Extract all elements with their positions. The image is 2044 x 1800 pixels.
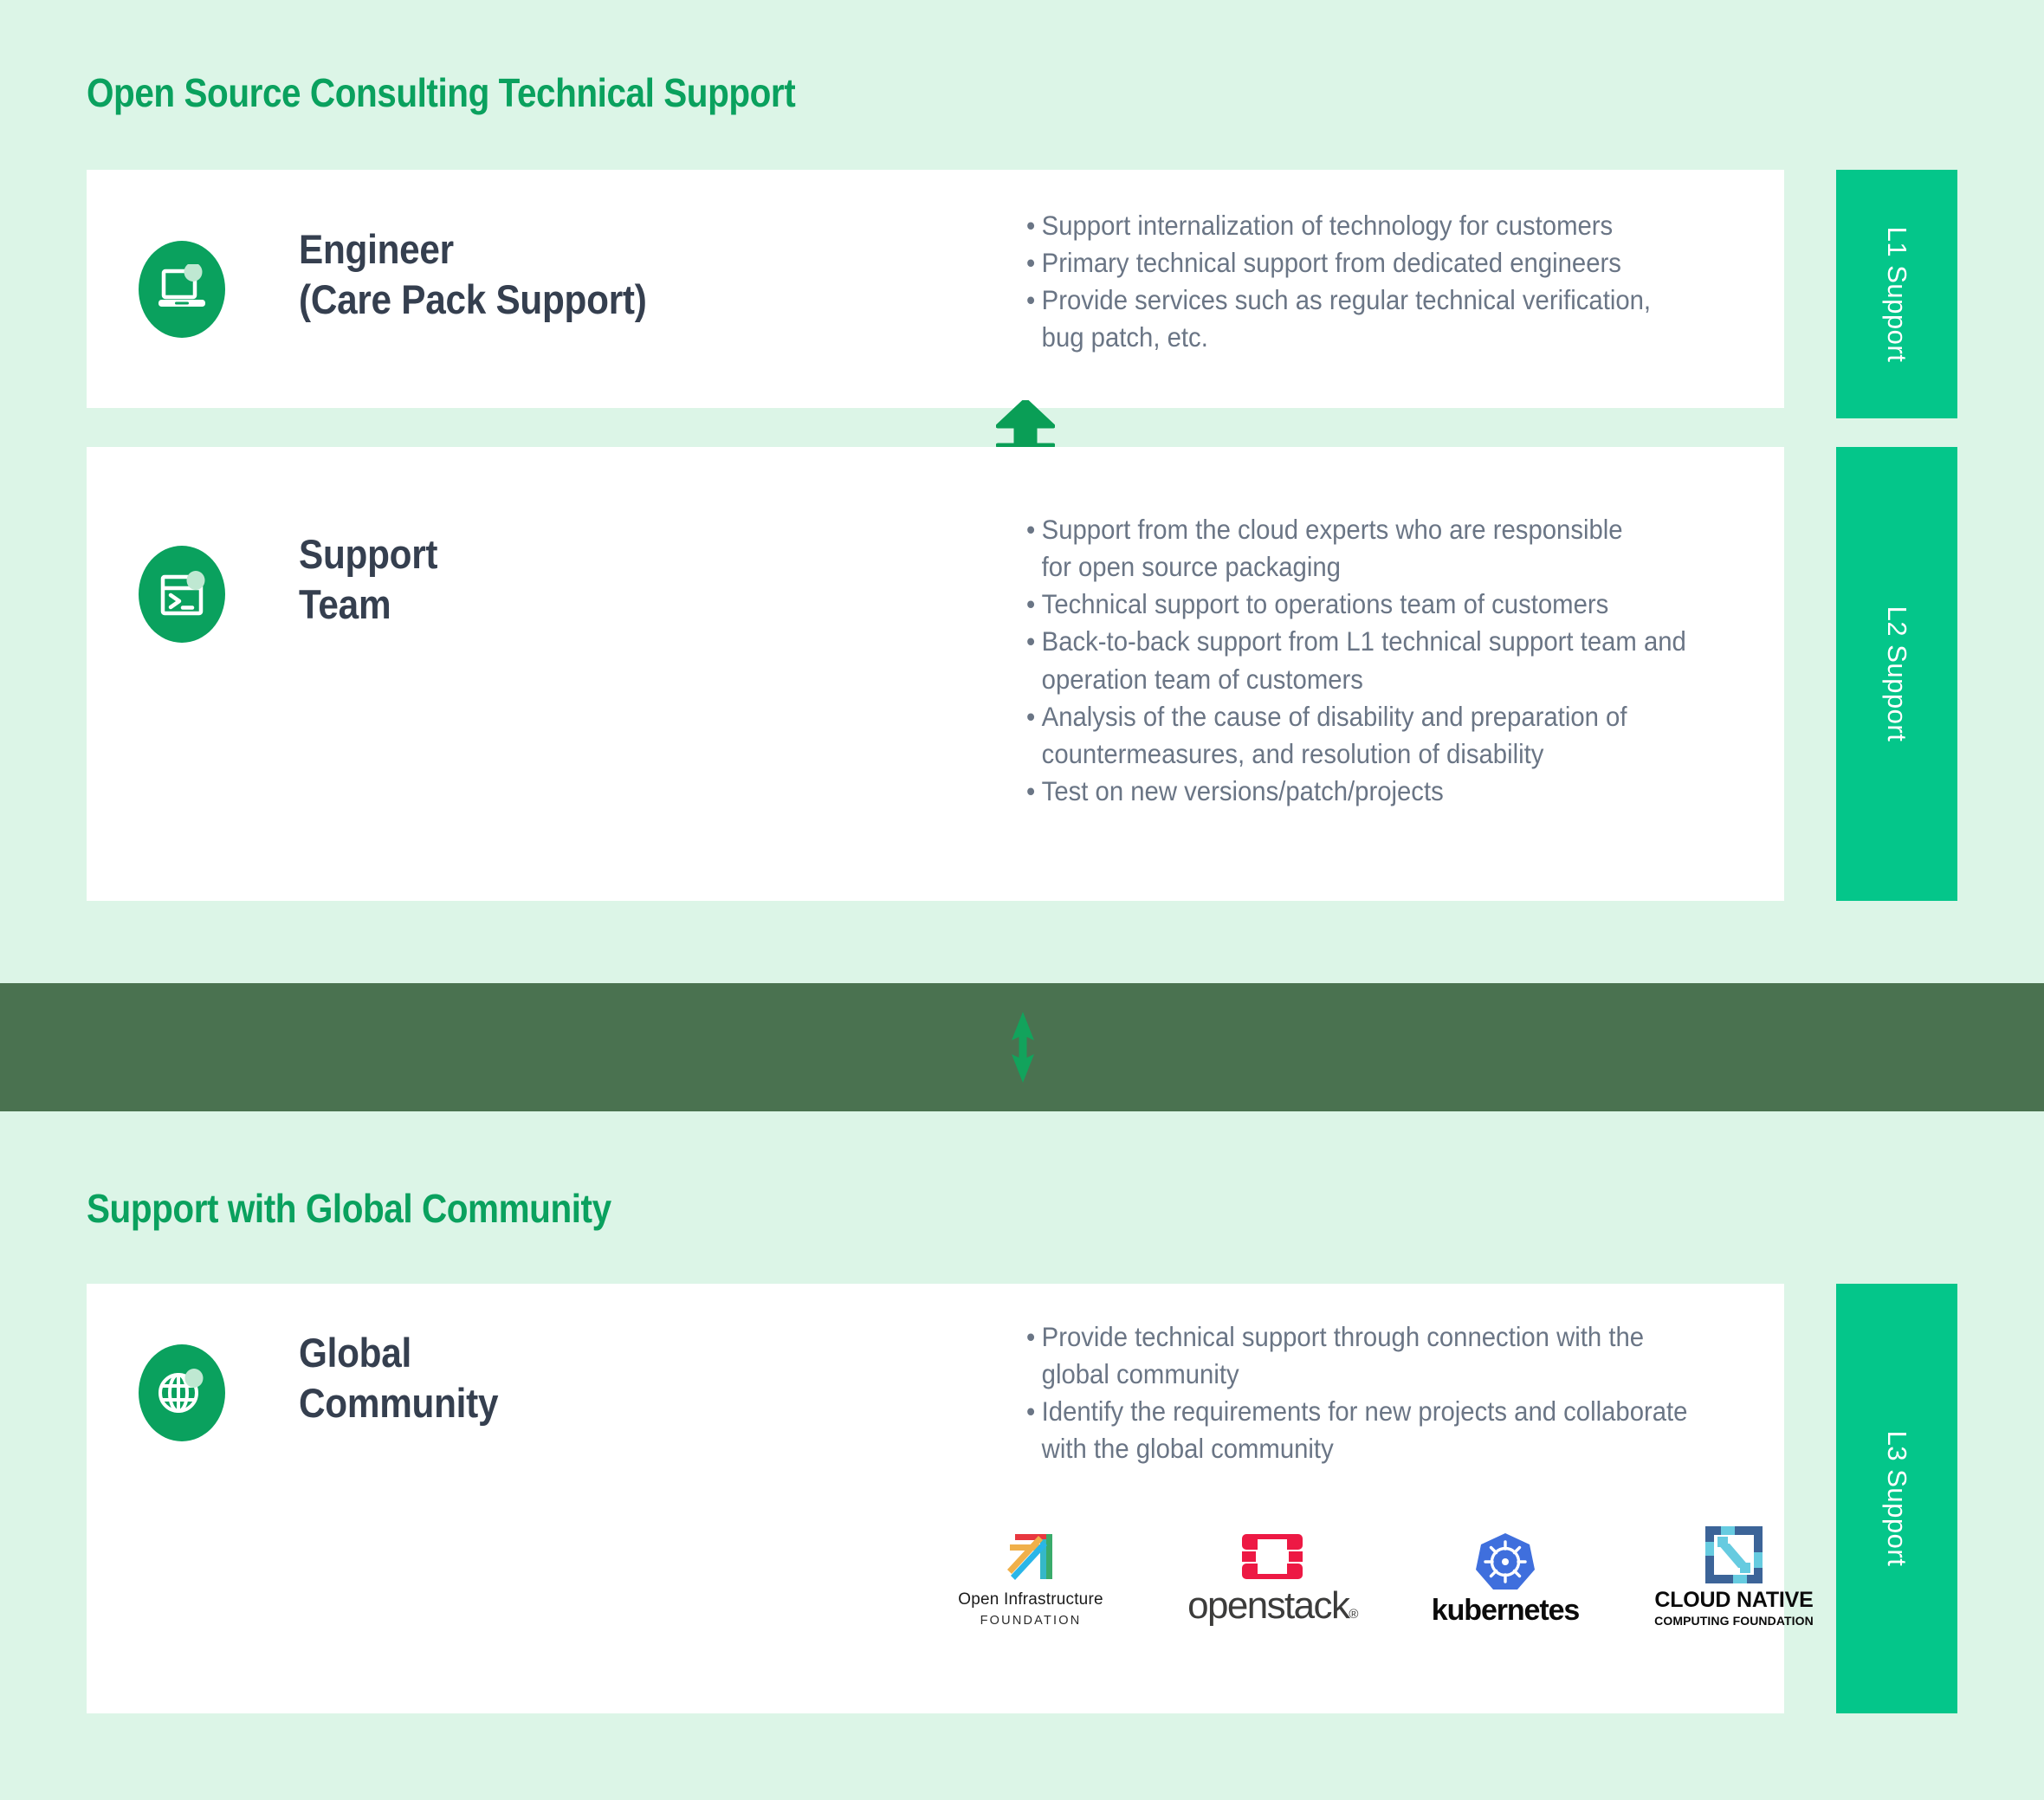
logo-caption: kubernetes (1431, 1594, 1581, 1627)
kubernetes-logo: kubernetes (1432, 1531, 1580, 1628)
bullet-item: Back-to-back support from L1 technical s… (1026, 623, 1751, 697)
bullet-item: Analysis of the cause of disability and … (1026, 698, 1751, 773)
bullet-item: Support internalization of technology fo… (1026, 207, 1719, 244)
logo-caption: CLOUD NATIVE (1654, 1588, 1814, 1612)
logo-caption-sub: COMPUTING FOUNDATION (1654, 1614, 1814, 1628)
logo-caption-sub: FOUNDATION (980, 1614, 1082, 1628)
bullet-list-global-community: Provide technical support through connec… (1026, 1318, 1751, 1468)
support-tiers-diagram: Open Source Consulting Technical Support… (0, 0, 2044, 1800)
terminal-icon (139, 546, 225, 643)
card-subtitle-text: (Care Pack Support) (299, 276, 647, 322)
section-title-global-community: Support with Global Community (87, 1186, 611, 1231)
bullet-list-engineer: Support internalization of technology fo… (1026, 207, 1719, 357)
bullet-item: Support from the cloud experts who are r… (1026, 511, 1751, 586)
logo-caption-sub: ® (1349, 1607, 1358, 1622)
logo-caption: openstack® (1187, 1584, 1358, 1628)
bullet-item: Identify the requirements for new projec… (1026, 1393, 1751, 1467)
cncf-logo: CLOUD NATIVE COMPUTING FOUNDATION (1647, 1526, 1821, 1628)
laptop-icon (139, 241, 225, 338)
globe-icon (139, 1344, 225, 1441)
sidebar-label-l2: L2 Support (1882, 605, 1912, 742)
sidebar-l3-support: L3 Support (1836, 1284, 1957, 1713)
sidebar-label-l1: L1 Support (1882, 226, 1912, 362)
sidebar-l1-support: L1 Support (1836, 170, 1957, 418)
open-infrastructure-foundation-logo: Open Infrastructure FOUNDATION (953, 1531, 1109, 1628)
section-title-technical-support: Open Source Consulting Technical Support (87, 70, 796, 115)
bullet-item: Technical support to operations team of … (1026, 586, 1751, 623)
double-arrow-between-sections (1002, 1012, 1044, 1087)
bullet-list-support-team: Support from the cloud experts who are r… (1026, 511, 1751, 810)
card-global-community: Global Community Provide technical suppo… (87, 1284, 1814, 1713)
community-logos: Open Infrastructure FOUNDATION openstack… (953, 1526, 1821, 1628)
card-subtitle-text: Team (299, 581, 391, 627)
logo-caption: Open Infrastructure (958, 1590, 1103, 1609)
card-title-text: Engineer (299, 226, 454, 272)
card-heading-support-team: Support Team (299, 534, 437, 625)
bullet-item: Provide services such as regular technic… (1026, 282, 1719, 356)
card-engineer: Engineer (Care Pack Support) Support int… (87, 170, 1784, 408)
card-heading-engineer: Engineer (Care Pack Support) (299, 229, 647, 320)
card-subtitle-text: Community (299, 1380, 499, 1426)
card-support-team: Support Team Support from the cloud expe… (87, 447, 1784, 901)
logo-caption-text: openstack (1187, 1584, 1350, 1627)
bullet-item: Test on new versions/patch/projects (1026, 773, 1751, 810)
card-heading-global-community: Global Community (299, 1330, 499, 1426)
sidebar-label-l3: L3 Support (1882, 1430, 1912, 1567)
sidebar-l2-support: L2 Support (1836, 447, 1957, 901)
openstack-logo: openstack® (1181, 1532, 1363, 1628)
bullet-item: Provide technical support through connec… (1026, 1318, 1751, 1393)
card-title-text: Support (299, 531, 438, 577)
card-title-text: Global (299, 1330, 411, 1376)
bullet-item: Primary technical support from dedicated… (1026, 244, 1719, 282)
